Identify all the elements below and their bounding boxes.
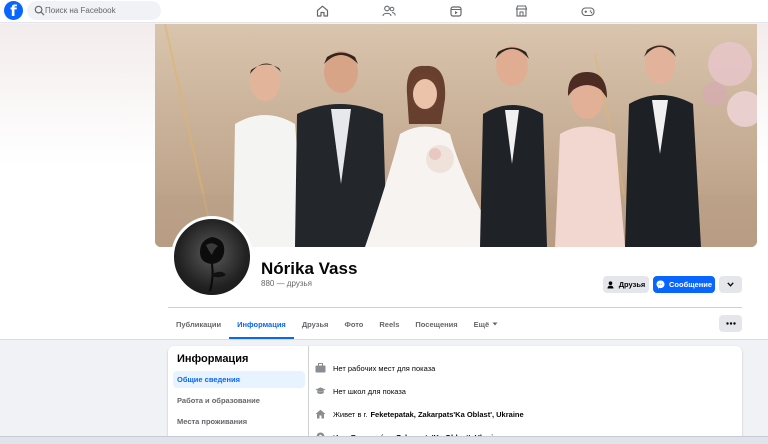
info-row-school: Нет школ для показа [315, 383, 406, 399]
header-divider [168, 307, 742, 308]
tab-about[interactable]: Информация [229, 309, 294, 339]
nav-marketplace[interactable] [499, 0, 543, 22]
tab-more[interactable]: Ещё [466, 309, 507, 339]
watch-icon [450, 6, 462, 17]
tab-posts[interactable]: Публикации [168, 309, 229, 339]
header-bottom-border [0, 339, 768, 340]
search-box[interactable] [27, 1, 161, 20]
house-icon [315, 409, 326, 420]
nav-friends[interactable] [367, 0, 411, 22]
about-nav-places-lived[interactable]: Места проживания [173, 413, 305, 430]
tab-more-label: Ещё [473, 319, 490, 329]
info-school-text: Нет школ для показа [333, 386, 406, 396]
tabs-more-button[interactable] [719, 315, 742, 332]
more-options-button[interactable] [719, 276, 742, 293]
cover-photo-image [155, 24, 757, 247]
tab-photos[interactable]: Фото [336, 309, 371, 339]
message-button-label: Сообщение [668, 280, 713, 289]
friends-button[interactable]: Друзья [603, 276, 649, 293]
nav-gaming[interactable] [566, 0, 610, 22]
info-lives-place-link[interactable]: Feketepatak, Zakarpats'Ka Oblast', Ukrai… [370, 410, 523, 419]
info-row-work: Нет рабочих мест для показа [315, 360, 435, 376]
tab-reels[interactable]: Reels [371, 309, 407, 339]
briefcase-icon [315, 363, 326, 374]
facebook-logo[interactable]: f [4, 1, 23, 20]
cover-photo[interactable] [155, 24, 757, 247]
top-navigation-bar: f [0, 0, 768, 23]
about-title: Информация [177, 353, 249, 365]
info-work-text: Нет рабочих мест для показа [333, 363, 436, 373]
friends-icon [382, 5, 396, 17]
nav-home[interactable] [300, 0, 344, 22]
friends-button-label: Друзья [618, 280, 646, 289]
nav-watch[interactable] [434, 0, 478, 22]
about-nav-work-education[interactable]: Работа и образование [173, 392, 305, 409]
profile-tabs: Публикации Информация Друзья Фото Reels … [168, 309, 506, 339]
tab-check-ins[interactable]: Посещения [407, 309, 465, 339]
chevron-down-icon [727, 282, 734, 287]
info-row-lives-in: Живет в г. Feketepatak, Zakarpats'Ka Obl… [315, 406, 524, 422]
search-icon [34, 5, 45, 16]
tab-friends[interactable]: Друзья [294, 309, 337, 339]
message-button[interactable]: Сообщение [653, 276, 715, 293]
profile-avatar[interactable] [171, 216, 253, 298]
os-taskbar [0, 436, 768, 444]
caret-down-icon [492, 322, 498, 326]
about-card: Информация Общие сведения Работа и образ… [168, 346, 742, 444]
gaming-icon [581, 6, 595, 16]
search-input[interactable] [45, 1, 157, 20]
friends-count[interactable]: 880 — друзья [261, 279, 312, 288]
profile-name: Nórika Vass [261, 259, 358, 278]
marketplace-icon [515, 5, 527, 17]
about-nav-overview[interactable]: Общие сведения [173, 371, 305, 388]
home-icon [316, 5, 328, 17]
graduation-cap-icon [315, 386, 326, 397]
black-rose-image [200, 237, 226, 292]
person-check-icon [607, 280, 614, 288]
ellipsis-icon [725, 322, 736, 325]
messenger-icon [656, 280, 665, 289]
info-lives-prefix: Живет в г. [333, 409, 368, 419]
about-divider [308, 346, 309, 444]
